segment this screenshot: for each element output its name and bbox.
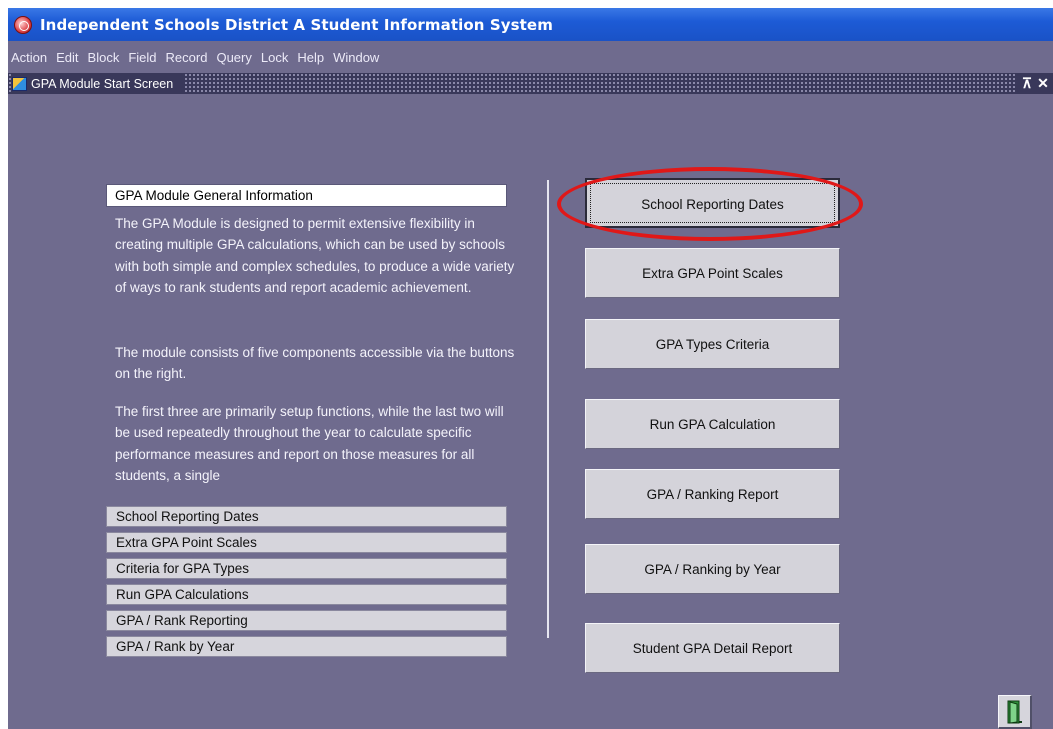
window-title: Independent Schools District A Student I… xyxy=(40,15,553,34)
list-item-extra-gpa-point-scales[interactable]: Extra GPA Point Scales xyxy=(106,532,507,553)
menubar: Action Edit Block Field Record Query Loc… xyxy=(8,41,1053,73)
window-titlebar: Independent Schools District A Student I… xyxy=(8,8,1053,41)
close-icon[interactable]: ✕ xyxy=(1035,75,1051,92)
student-gpa-detail-report-button[interactable]: Student GPA Detail Report xyxy=(585,623,840,673)
menu-field[interactable]: Field xyxy=(128,50,156,65)
gpa-types-criteria-button[interactable]: GPA Types Criteria xyxy=(585,319,840,369)
form-title: GPA Module Start Screen xyxy=(31,76,174,91)
menu-window[interactable]: Window xyxy=(333,50,379,65)
form-icon xyxy=(12,76,27,91)
info-heading: GPA Module General Information xyxy=(106,184,507,207)
school-reporting-dates-button[interactable]: School Reporting Dates xyxy=(585,178,840,228)
app-window: Independent Schools District A Student I… xyxy=(8,8,1053,729)
exit-door-icon xyxy=(1007,700,1022,724)
top-caption-cropped xyxy=(8,0,1048,6)
extra-gpa-point-scales-button[interactable]: Extra GPA Point Scales xyxy=(585,248,840,298)
menu-help[interactable]: Help xyxy=(297,50,324,65)
vertical-divider xyxy=(547,180,549,638)
restore-icon[interactable]: ⊼ xyxy=(1019,75,1035,92)
info-paragraph-2: The module consists of five components a… xyxy=(115,345,515,382)
menu-block[interactable]: Block xyxy=(88,50,120,65)
form-canvas: GPA Module General Information The GPA M… xyxy=(8,94,1053,729)
menu-action[interactable]: Action xyxy=(11,50,47,65)
form-titlebar: GPA Module Start Screen ⊼ ✕ xyxy=(8,73,1053,94)
info-paragraph-1: The GPA Module is designed to permit ext… xyxy=(115,216,515,296)
menu-query[interactable]: Query xyxy=(216,50,251,65)
exit-button[interactable] xyxy=(998,695,1032,729)
list-item-criteria-for-gpa-types[interactable]: Criteria for GPA Types xyxy=(106,558,507,579)
menu-lock[interactable]: Lock xyxy=(261,50,288,65)
gpa-ranking-by-year-button[interactable]: GPA / Ranking by Year xyxy=(585,544,840,594)
list-item-run-gpa-calculations[interactable]: Run GPA Calculations xyxy=(106,584,507,605)
menu-edit[interactable]: Edit xyxy=(56,50,78,65)
list-item-school-reporting-dates[interactable]: School Reporting Dates xyxy=(106,506,507,527)
menu-record[interactable]: Record xyxy=(166,50,208,65)
info-paragraph-3: The first three are primarily setup func… xyxy=(115,404,504,484)
list-item-gpa-rank-reporting[interactable]: GPA / Rank Reporting xyxy=(106,610,507,631)
list-item-gpa-rank-by-year[interactable]: GPA / Rank by Year xyxy=(106,636,507,657)
gpa-ranking-report-button[interactable]: GPA / Ranking Report xyxy=(585,469,840,519)
app-logo-icon xyxy=(14,15,32,34)
run-gpa-calculation-button[interactable]: Run GPA Calculation xyxy=(585,399,840,449)
